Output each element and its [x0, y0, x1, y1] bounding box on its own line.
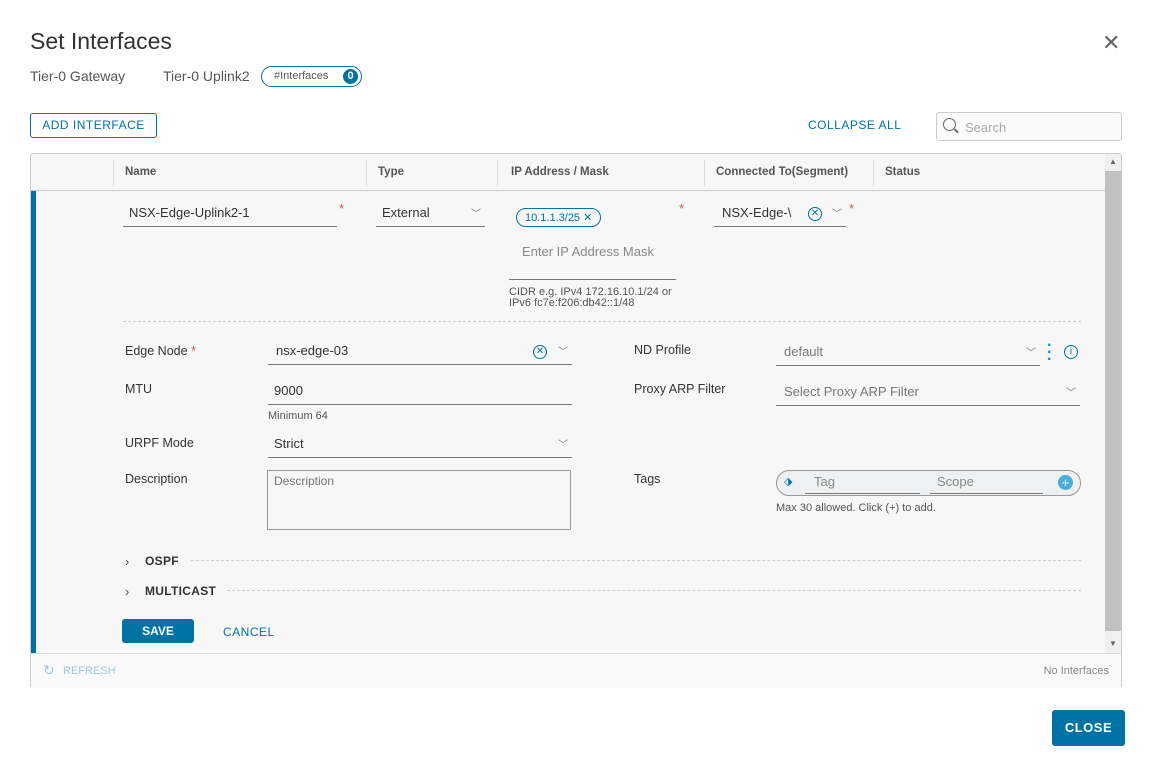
- name-value: NSX-Edge-Uplink2-1: [129, 205, 250, 220]
- ospf-section[interactable]: OSPF: [145, 554, 179, 568]
- column-status[interactable]: Status: [885, 166, 920, 178]
- refresh-icon[interactable]: ↻: [43, 662, 55, 679]
- info-icon[interactable]: i: [1064, 345, 1078, 359]
- scrollbar-thumb[interactable]: [1105, 171, 1121, 631]
- mtu-value: 9000: [274, 383, 303, 398]
- interfaces-grid: Name Type IP Address / Mask Connected To…: [30, 153, 1122, 688]
- collapse-all-link[interactable]: COLLAPSE ALL: [808, 118, 901, 132]
- tags-input: ⬗ Tag Scope +: [776, 470, 1081, 496]
- scroll-up-icon[interactable]: ▲: [1109, 157, 1117, 166]
- cancel-button[interactable]: CANCEL: [223, 625, 275, 639]
- close-button[interactable]: CLOSE: [1052, 710, 1125, 746]
- segment-select[interactable]: NSX-Edge-\ ✕ ﹀: [714, 205, 846, 227]
- column-name[interactable]: Name: [125, 166, 156, 178]
- nd-profile-select[interactable]: default ﹀: [776, 344, 1040, 366]
- clear-icon[interactable]: ✕: [533, 345, 547, 359]
- chevron-down-icon: ﹀: [558, 440, 568, 451]
- clear-icon[interactable]: ✕: [808, 207, 822, 221]
- add-interface-button[interactable]: ADD INTERFACE: [30, 113, 157, 138]
- column-type[interactable]: Type: [378, 166, 404, 178]
- ip-tag-value: 10.1.1.3/25: [525, 212, 581, 224]
- segment-value: NSX-Edge-\: [722, 205, 792, 220]
- name-input[interactable]: NSX-Edge-Uplink2-1: [123, 205, 337, 227]
- proxy-arp-select[interactable]: Select Proxy ARP Filter ﹀: [776, 384, 1080, 406]
- required-marker: *: [339, 201, 345, 216]
- tag-input[interactable]: Tag: [805, 474, 920, 494]
- proxy-arp-placeholder: Select Proxy ARP Filter: [784, 384, 919, 399]
- required-marker: *: [679, 201, 685, 216]
- description-label: Description: [125, 472, 188, 486]
- mtu-input[interactable]: 9000: [268, 383, 572, 405]
- chevron-down-icon: ﹀: [832, 209, 842, 220]
- tag-icon: ⬗: [784, 476, 793, 488]
- grid-footer: ↻ REFRESH No Interfaces: [31, 653, 1121, 688]
- scroll-down-icon[interactable]: ▼: [1109, 639, 1117, 648]
- multicast-section[interactable]: MULTICAST: [145, 584, 216, 598]
- required-marker: *: [849, 201, 855, 216]
- chevron-right-icon[interactable]: ›: [125, 584, 129, 599]
- grid-header: Name Type IP Address / Mask Connected To…: [31, 154, 1105, 191]
- dialog-title: Set Interfaces: [30, 28, 172, 54]
- search-icon: [943, 118, 956, 131]
- column-segment[interactable]: Connected To(Segment): [716, 166, 848, 178]
- badge-label: #Interfaces: [274, 70, 329, 82]
- scope-input[interactable]: Scope: [930, 474, 1043, 494]
- column-ip[interactable]: IP Address / Mask: [511, 166, 609, 178]
- type-value: External: [382, 205, 430, 220]
- ip-tag: 10.1.1.3/25 ✕: [516, 208, 602, 227]
- remove-ip-icon[interactable]: ✕: [583, 212, 592, 224]
- edge-node-value: nsx-edge-03: [276, 343, 349, 358]
- chevron-down-icon: ﹀: [1066, 388, 1076, 399]
- mtu-label: MTU: [125, 382, 153, 396]
- type-select[interactable]: External ﹀: [376, 205, 485, 227]
- edge-node-label: Edge Node *: [125, 343, 197, 358]
- tags-hint: Max 30 allowed. Click (+) to add.: [776, 502, 936, 514]
- refresh-button[interactable]: REFRESH: [63, 665, 116, 677]
- interfaces-count-badge: #Interfaces 0: [261, 66, 362, 87]
- close-icon[interactable]: ✕: [1102, 30, 1120, 56]
- nd-profile-value: default: [784, 344, 824, 359]
- edge-node-select[interactable]: nsx-edge-03 ✕ ﹀: [268, 343, 572, 365]
- interfaces-count-text: No Interfaces: [1043, 665, 1109, 677]
- ip-hint: CIDR e.g. IPv4 172.16.10.1/24 or IPv6 fc7…: [509, 286, 672, 309]
- mtu-hint: Minimum 64: [268, 410, 328, 422]
- save-button[interactable]: SAVE: [122, 619, 194, 643]
- nd-profile-label: ND Profile: [634, 343, 691, 357]
- breadcrumb-gateway: Tier-0 Gateway: [30, 68, 126, 84]
- breadcrumb-uplink: Tier-0 Uplink2: [163, 68, 250, 84]
- add-tag-icon[interactable]: +: [1058, 475, 1073, 490]
- ip-address-input[interactable]: Enter IP Address Mask: [509, 242, 676, 280]
- proxy-arp-label: Proxy ARP Filter: [634, 382, 726, 396]
- chevron-down-icon: ﹀: [558, 347, 568, 358]
- chevron-down-icon: ﹀: [471, 209, 481, 220]
- search-placeholder: Search: [965, 120, 1007, 135]
- badge-count: 0: [343, 69, 358, 84]
- description-textarea[interactable]: [267, 470, 571, 530]
- search-input[interactable]: Search: [936, 112, 1122, 141]
- chevron-right-icon[interactable]: ›: [125, 554, 129, 569]
- urpf-label: URPF Mode: [125, 436, 194, 450]
- urpf-select[interactable]: Strict ﹀: [268, 436, 572, 458]
- urpf-value: Strict: [274, 436, 304, 451]
- tags-label: Tags: [634, 472, 661, 486]
- row-expanded-indicator: [31, 191, 36, 653]
- chevron-down-icon: ﹀: [1026, 348, 1036, 359]
- more-options-icon[interactable]: · · ·: [1047, 338, 1052, 368]
